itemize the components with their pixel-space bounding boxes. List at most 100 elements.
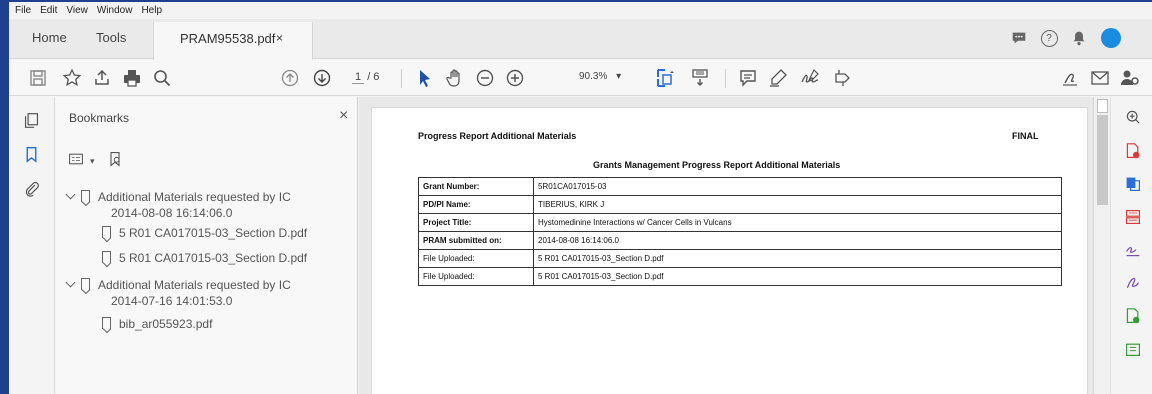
attachments-icon[interactable] [22, 179, 40, 197]
menu-file[interactable]: File [15, 5, 31, 16]
table-cell-value: 5R01CA017015-03 [533, 177, 1062, 196]
print-icon[interactable] [121, 67, 143, 89]
zoom-select[interactable]: 90.3% ▾ [579, 71, 621, 82]
vertical-scrollbar[interactable] [1093, 97, 1110, 394]
bookmark-label: Additional Materials requested by IC [98, 278, 291, 292]
table-cell-label: PD/PI Name: [418, 195, 534, 214]
bookmark-icon [102, 226, 111, 238]
chevron-down-icon[interactable] [65, 277, 76, 288]
left-navigation-rail [9, 97, 55, 394]
scroll-mode-icon[interactable] [689, 67, 711, 89]
bookmark-label: Additional Materials requested by IC [98, 190, 291, 204]
chevron-down-icon[interactable]: ▾ [90, 156, 95, 167]
table-cell-value: TIBERIUS, KIRK J [533, 195, 1062, 214]
table-row: File Uploaded: 5 R01 CA017015-03_Section… [418, 249, 1062, 268]
menu-help[interactable]: Help [141, 5, 162, 16]
tab-document-label: PRAM95538.pdf [180, 31, 276, 46]
bookmark-item[interactable]: 5 R01 CA017015-03_Section D.pdf [102, 225, 307, 241]
next-page-icon[interactable] [311, 67, 333, 89]
table-cell-label: File Uploaded: [418, 249, 534, 268]
link-sign-icon[interactable] [1059, 67, 1081, 89]
app-window: File Edit View Window Help Home Tools PR… [0, 0, 1152, 394]
tab-tools[interactable]: Tools [96, 30, 126, 45]
scroll-up-button[interactable] [1097, 99, 1108, 113]
sign-icon[interactable] [799, 67, 821, 89]
table-row: PD/PI Name: TIBERIUS, KIRK J [418, 195, 1062, 214]
comment-icon[interactable] [737, 67, 759, 89]
bell-icon[interactable] [1069, 28, 1089, 48]
create-pdf-icon[interactable] [1125, 142, 1141, 160]
table-cell-value: 5 R01 CA017015-03_Section D.pdf [533, 267, 1062, 286]
zoom-value: 90.3% [579, 71, 608, 82]
zoom-tool-icon[interactable] [1125, 109, 1141, 127]
scroll-thumb[interactable] [1097, 115, 1108, 205]
comment-bubble-icon[interactable] [1009, 28, 1029, 48]
highlight-pen-icon[interactable] [767, 67, 789, 89]
table-cell-value: 5 R01 CA017015-03_Section D.pdf [533, 249, 1062, 268]
toolbar-divider [401, 69, 402, 88]
previous-page-icon[interactable] [279, 67, 301, 89]
bookmark-icon [81, 278, 90, 290]
new-bookmark-icon[interactable] [107, 151, 123, 172]
table-row: Project Title: Hystomedinine Interaction… [418, 213, 1062, 232]
bookmarks-panel: Bookmarks × ▾ Additional Materials reque… [56, 97, 358, 394]
zoom-in-icon[interactable] [504, 67, 526, 89]
organize-pages-icon[interactable] [1125, 208, 1141, 226]
tab-document[interactable]: PRAM95538.pdf × [153, 22, 313, 60]
page-thumbnails-icon[interactable] [22, 111, 40, 129]
table-cell-label: Project Title: [418, 213, 534, 232]
bookmark-panel-icon[interactable] [22, 145, 40, 163]
signature-icon[interactable] [1125, 274, 1141, 292]
share-icon[interactable] [91, 67, 113, 89]
bookmark-icon [102, 251, 111, 263]
fill-sign-icon[interactable] [1125, 241, 1141, 259]
save-icon[interactable] [27, 67, 49, 89]
avatar[interactable] [1101, 28, 1121, 48]
chevron-down-icon[interactable] [65, 189, 76, 200]
help-icon[interactable]: ? [1039, 28, 1059, 48]
menu-view[interactable]: View [66, 5, 88, 16]
compress-pdf-icon[interactable] [1125, 340, 1141, 358]
bookmark-group[interactable]: Additional Materials requested by IC [65, 277, 291, 293]
bookmark-date: 2014-08-08 16:14:06.0 [111, 206, 233, 220]
email-icon[interactable] [1089, 67, 1111, 89]
menu-edit[interactable]: Edit [40, 5, 57, 16]
toolbar-divider [725, 69, 726, 88]
tab-home[interactable]: Home [32, 30, 67, 45]
table-row: File Uploaded: 5 R01 CA017015-03_Section… [418, 267, 1062, 286]
bookmark-options-icon[interactable] [68, 151, 84, 172]
bookmark-item[interactable]: bib_ar055923.pdf [102, 316, 212, 332]
table-cell-label: Grant Number: [418, 177, 534, 196]
add-user-icon[interactable] [1119, 67, 1141, 89]
hand-tool-icon[interactable] [444, 67, 466, 89]
page-total: / 6 [367, 71, 380, 83]
export-pdf-icon[interactable] [1125, 307, 1141, 325]
grant-details-table: Grant Number: 5R01CA017015-03 PD/PI Name… [418, 177, 1062, 286]
document-viewport[interactable]: Progress Report Additional Materials FIN… [359, 97, 1101, 394]
bookmarks-toolbar: ▾ [68, 151, 123, 172]
bookmark-group[interactable]: Additional Materials requested by IC [65, 189, 291, 205]
bookmark-label: bib_ar055923.pdf [119, 317, 213, 331]
bookmark-label: 5 R01 CA017015-03_Section D.pdf [119, 251, 308, 265]
document-heading: Grants Management Progress Report Additi… [593, 160, 841, 170]
fit-page-icon[interactable] [654, 67, 676, 89]
stamp-icon[interactable] [831, 67, 853, 89]
page-number-input[interactable]: 1 [352, 71, 365, 84]
pdf-page: Progress Report Additional Materials FIN… [371, 107, 1088, 394]
select-arrow-icon[interactable] [414, 67, 436, 89]
bookmark-item[interactable]: 5 R01 CA017015-03_Section D.pdf [102, 250, 307, 266]
bookmark-date: 2014-07-16 14:01:53.0 [111, 294, 233, 308]
document-status: FINAL [1012, 131, 1039, 141]
star-icon[interactable] [61, 67, 83, 89]
combine-files-icon[interactable] [1125, 175, 1141, 193]
search-icon[interactable] [151, 67, 173, 89]
tab-close-button[interactable]: × [276, 31, 283, 45]
zoom-out-icon[interactable] [474, 67, 496, 89]
bookmark-icon [102, 317, 111, 329]
menu-bar: File Edit View Window Help [9, 2, 1152, 19]
close-icon[interactable]: × [339, 107, 348, 125]
bookmark-icon [81, 190, 90, 202]
menu-window[interactable]: Window [97, 5, 133, 16]
right-tools-rail [1110, 97, 1152, 394]
bookmark-label: 5 R01 CA017015-03_Section D.pdf [119, 226, 308, 240]
